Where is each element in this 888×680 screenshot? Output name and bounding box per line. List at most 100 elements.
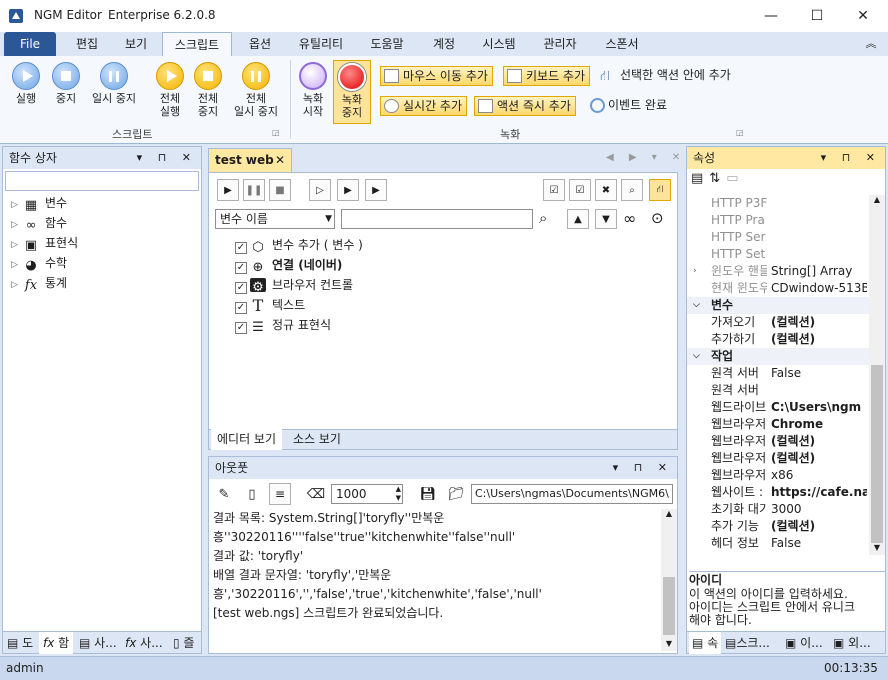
eraser-icon[interactable]: ⌫	[305, 483, 327, 505]
panel-buttons[interactable]: ▾ ⊓ ✕	[613, 457, 673, 479]
scroll-down-icon[interactable]: ▼	[661, 639, 677, 648]
tab-system[interactable]: 시스템	[474, 32, 524, 56]
property-value[interactable]: C:\Users\ngm	[771, 399, 867, 416]
tab-user-function[interactable]: fx 사...	[125, 632, 163, 654]
expand-arrow-icon[interactable]: ▷	[11, 255, 23, 275]
list-icon[interactable]: ≡	[269, 483, 291, 505]
maximize-button[interactable]: ☐	[794, 0, 840, 32]
property-row[interactable]: 가져오기 (컬렉션)	[687, 314, 869, 331]
scroll-up-icon[interactable]: ▲	[661, 509, 677, 518]
document-tab[interactable]: test web ✕	[208, 148, 292, 172]
property-value[interactable]: False	[771, 535, 867, 552]
property-row[interactable]: 초기화 대기 3000	[687, 501, 869, 518]
tab-account[interactable]: 계정	[422, 32, 466, 56]
property-row[interactable]: 웹브라우저 (컬렉션)	[687, 433, 869, 450]
check-icon[interactable]: ☑	[569, 179, 591, 201]
tab-user[interactable]: ▤ 사...	[79, 632, 117, 654]
property-row[interactable]: 웹드라이브 C:\Users\ngm	[687, 399, 869, 416]
tab-images[interactable]: ▣ 이...	[785, 632, 823, 654]
record-start-button[interactable]: 녹화 시작	[296, 62, 330, 118]
property-row[interactable]: 현재 윈도우 CDwindow-513B	[687, 280, 869, 297]
expand-arrow-icon[interactable]: ▷	[11, 195, 23, 215]
property-value[interactable]: x86	[771, 467, 867, 484]
tab-nav-icons[interactable]: ◀ ▶ ▾ ✕	[606, 152, 686, 163]
property-row[interactable]: 추가 기능 (컬렉션)	[687, 518, 869, 535]
action-item[interactable]: ✓ ⚙ 브라우저 컨트롤	[235, 275, 655, 295]
tree-item-function[interactable]: ▷ ∞ 함수	[11, 213, 201, 233]
expand-arrow-icon[interactable]: ›	[693, 263, 697, 280]
step-icon[interactable]: ▷	[309, 179, 331, 201]
add-action-now-button[interactable]: 액션 즉시 추가	[474, 96, 576, 116]
property-value[interactable]: 3000	[771, 501, 867, 518]
property-row[interactable]: 원격 서버 False	[687, 365, 869, 382]
panel-buttons[interactable]: ▾ ⊓ ✕	[137, 147, 197, 169]
function-search-input[interactable]	[5, 171, 199, 191]
property-value[interactable]: False	[771, 365, 867, 382]
property-category[interactable]: ⌵ 작업	[687, 348, 869, 365]
line-count-stepper[interactable]: 1000 ▲ ▼	[331, 484, 403, 504]
property-pages-icon[interactable]: ▭	[726, 171, 744, 186]
scroll-up-icon[interactable]: ▲	[869, 195, 885, 204]
property-row[interactable]: › 윈도우 핸들 String[] Array	[687, 263, 869, 280]
stepper-arrows-icon[interactable]: ▲ ▼	[396, 485, 401, 503]
run-all-button[interactable]: 전체 실행	[150, 62, 190, 118]
output-scrollbar[interactable]: ▲ ▼	[661, 509, 677, 651]
folder-icon[interactable]: 📁︎	[445, 483, 467, 505]
save-icon[interactable]: 💾︎	[417, 483, 439, 505]
property-row[interactable]: 웹브라우저 Chrome	[687, 416, 869, 433]
property-value[interactable]: (컬렉션)	[771, 450, 867, 467]
property-value[interactable]: String[] Array	[771, 263, 867, 280]
property-row[interactable]: 웹사이트 : https://cafe.na	[687, 484, 869, 501]
panel-buttons[interactable]: ▾ ⊓ ✕	[821, 147, 881, 169]
tab-file[interactable]: File	[4, 32, 56, 56]
tab-view[interactable]: 보기	[114, 32, 158, 56]
property-category[interactable]: ⌵ 변수	[687, 297, 869, 314]
checkbox[interactable]: ✓	[235, 242, 247, 254]
property-value[interactable]: https://cafe.na	[771, 484, 867, 501]
pause-all-button[interactable]: 전체 일시 중지	[228, 62, 284, 118]
output-path-input[interactable]: C:\Users\ngmas\Documents\NGM6\	[471, 484, 673, 504]
tab-options[interactable]: 옵션	[238, 32, 282, 56]
dialog-launcher-icon[interactable]: ◲	[736, 128, 744, 137]
sort-az-icon[interactable]: ⇅	[709, 171, 726, 186]
property-value[interactable]: (컬렉션)	[771, 433, 867, 450]
property-row[interactable]: 헤더 정보 False	[687, 535, 869, 552]
add-keyboard-button[interactable]: 키보드 추가	[503, 66, 591, 86]
property-value[interactable]: CDwindow-513B	[771, 280, 867, 297]
run-icon[interactable]: ▶	[217, 179, 239, 201]
tree-item-expression[interactable]: ▷ ▣ 표현식	[11, 233, 201, 253]
tab-properties[interactable]: ▤ 속	[689, 632, 722, 654]
add-in-selected-button[interactable]: ⛙ 선택한 액션 안에 추가	[600, 66, 731, 86]
tab-editor-view[interactable]: 에디터 보기	[211, 428, 283, 450]
checkbox[interactable]: ✓	[235, 282, 247, 294]
expand-arrow-icon[interactable]: ▷	[11, 215, 23, 235]
properties-scrollbar[interactable]: ▲ ▼	[869, 195, 885, 555]
step-over-icon[interactable]: ▶	[365, 179, 387, 201]
action-item[interactable]: ✓ T 텍스트	[235, 295, 655, 315]
checkbox[interactable]: ✓	[235, 302, 247, 314]
tab-favorites[interactable]: ▯ 즐	[173, 632, 194, 654]
tree-item-math[interactable]: ▷ ◕ 수학	[11, 253, 201, 273]
check-all-icon[interactable]: ☑	[543, 179, 565, 201]
property-row[interactable]: 웹브라우저 (컬렉션)	[687, 450, 869, 467]
variable-name-dropdown[interactable]: 변수 이름 ▼	[215, 209, 335, 229]
delete-icon[interactable]: ✖	[595, 179, 617, 201]
scroll-down-icon[interactable]: ▼	[869, 543, 885, 552]
collapse-arrow-icon[interactable]: ⌵	[693, 348, 700, 365]
property-row[interactable]: 추가하기 (컬렉션)	[687, 331, 869, 348]
event-complete-button[interactable]: 이벤트 완료	[588, 96, 667, 116]
action-item[interactable]: ✓ ☰ 정규 표현식	[235, 315, 655, 335]
property-row[interactable]: HTTP P3F	[687, 195, 869, 212]
stop-all-button[interactable]: 전체 중지	[190, 62, 226, 118]
property-row[interactable]: HTTP Set	[687, 246, 869, 263]
checkbox[interactable]: ✓	[235, 322, 247, 334]
stop-icon[interactable]: ■	[269, 179, 291, 201]
property-value[interactable]: (컬렉션)	[771, 518, 867, 535]
property-row[interactable]: HTTP Ser	[687, 229, 869, 246]
close-button[interactable]: ✕	[840, 0, 886, 32]
tree-item-statistics[interactable]: ▷ fx 통계	[11, 273, 201, 293]
minimize-button[interactable]: —	[748, 0, 794, 32]
tab-edit[interactable]: 편집	[64, 32, 110, 56]
collapse-ribbon-icon[interactable]: ︽	[860, 32, 882, 56]
expand-arrow-icon[interactable]: ▷	[11, 235, 23, 255]
